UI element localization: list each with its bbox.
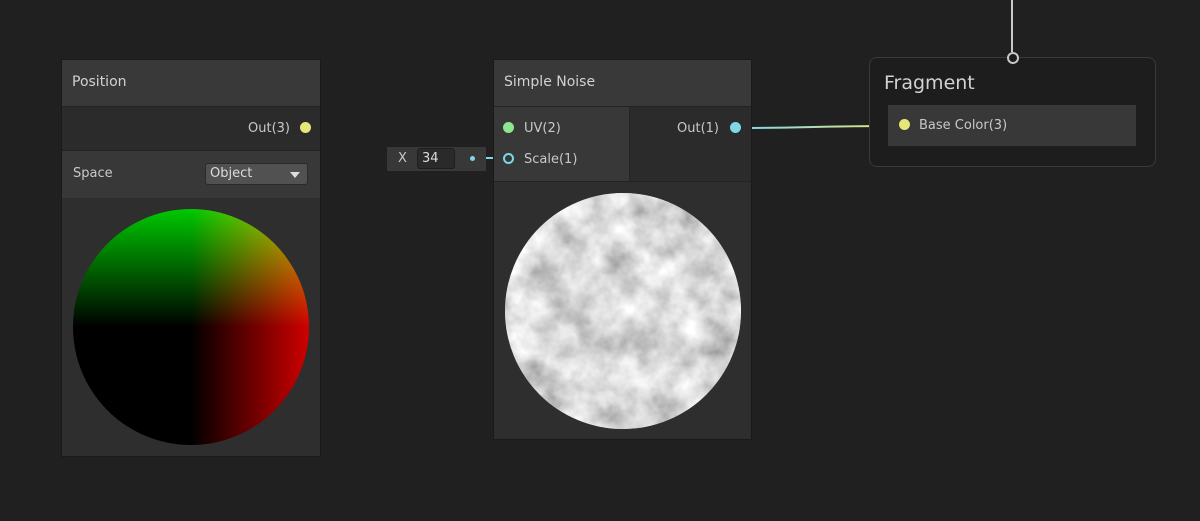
scale-inline-field: X 34 [387, 147, 486, 171]
scale-field-port [470, 156, 475, 161]
noise-preview [494, 181, 751, 439]
uv-input-port[interactable] [503, 122, 514, 133]
base-color-label: Base Color(3) [919, 118, 1008, 133]
position-out-port[interactable] [300, 122, 311, 133]
scale-input-port[interactable] [503, 153, 514, 164]
position-preview [62, 198, 320, 456]
position-preview-sphere [73, 209, 309, 445]
position-output-row: Out(3) [62, 107, 320, 150]
fragment-node[interactable]: Fragment Base Color(3) [869, 52, 1156, 167]
noise-preview-sphere [505, 193, 741, 429]
fragment-title: Fragment [884, 72, 975, 94]
position-node[interactable]: Position Out(3) Space Object [61, 59, 321, 457]
scale-input-label: Scale(1) [524, 152, 578, 167]
space-dropdown-value: Object [210, 166, 253, 181]
uv-input-label: UV(2) [524, 121, 561, 136]
base-color-port[interactable] [899, 119, 910, 130]
scale-value-input[interactable]: 34 [417, 148, 455, 169]
noise-outputs: Out(1) [629, 107, 751, 181]
noise-out-port[interactable] [730, 122, 741, 133]
chevron-down-icon [290, 172, 300, 178]
noise-node-title: Simple Noise [494, 60, 751, 107]
space-row: Space Object [62, 150, 320, 199]
space-label: Space [73, 166, 113, 181]
base-color-slot[interactable]: Base Color(3) [888, 105, 1136, 146]
scale-axis-label: X [398, 151, 407, 166]
position-output-label: Out(3) [248, 121, 290, 136]
noise-output-label: Out(1) [677, 121, 719, 136]
simple-noise-node[interactable]: Simple Noise UV(2) Scale(1) Out(1) [493, 59, 752, 440]
noise-inputs: UV(2) Scale(1) [494, 107, 629, 181]
fragment-flow-port[interactable] [1007, 52, 1019, 64]
space-dropdown[interactable]: Object [205, 163, 308, 185]
position-node-title: Position [62, 60, 320, 107]
